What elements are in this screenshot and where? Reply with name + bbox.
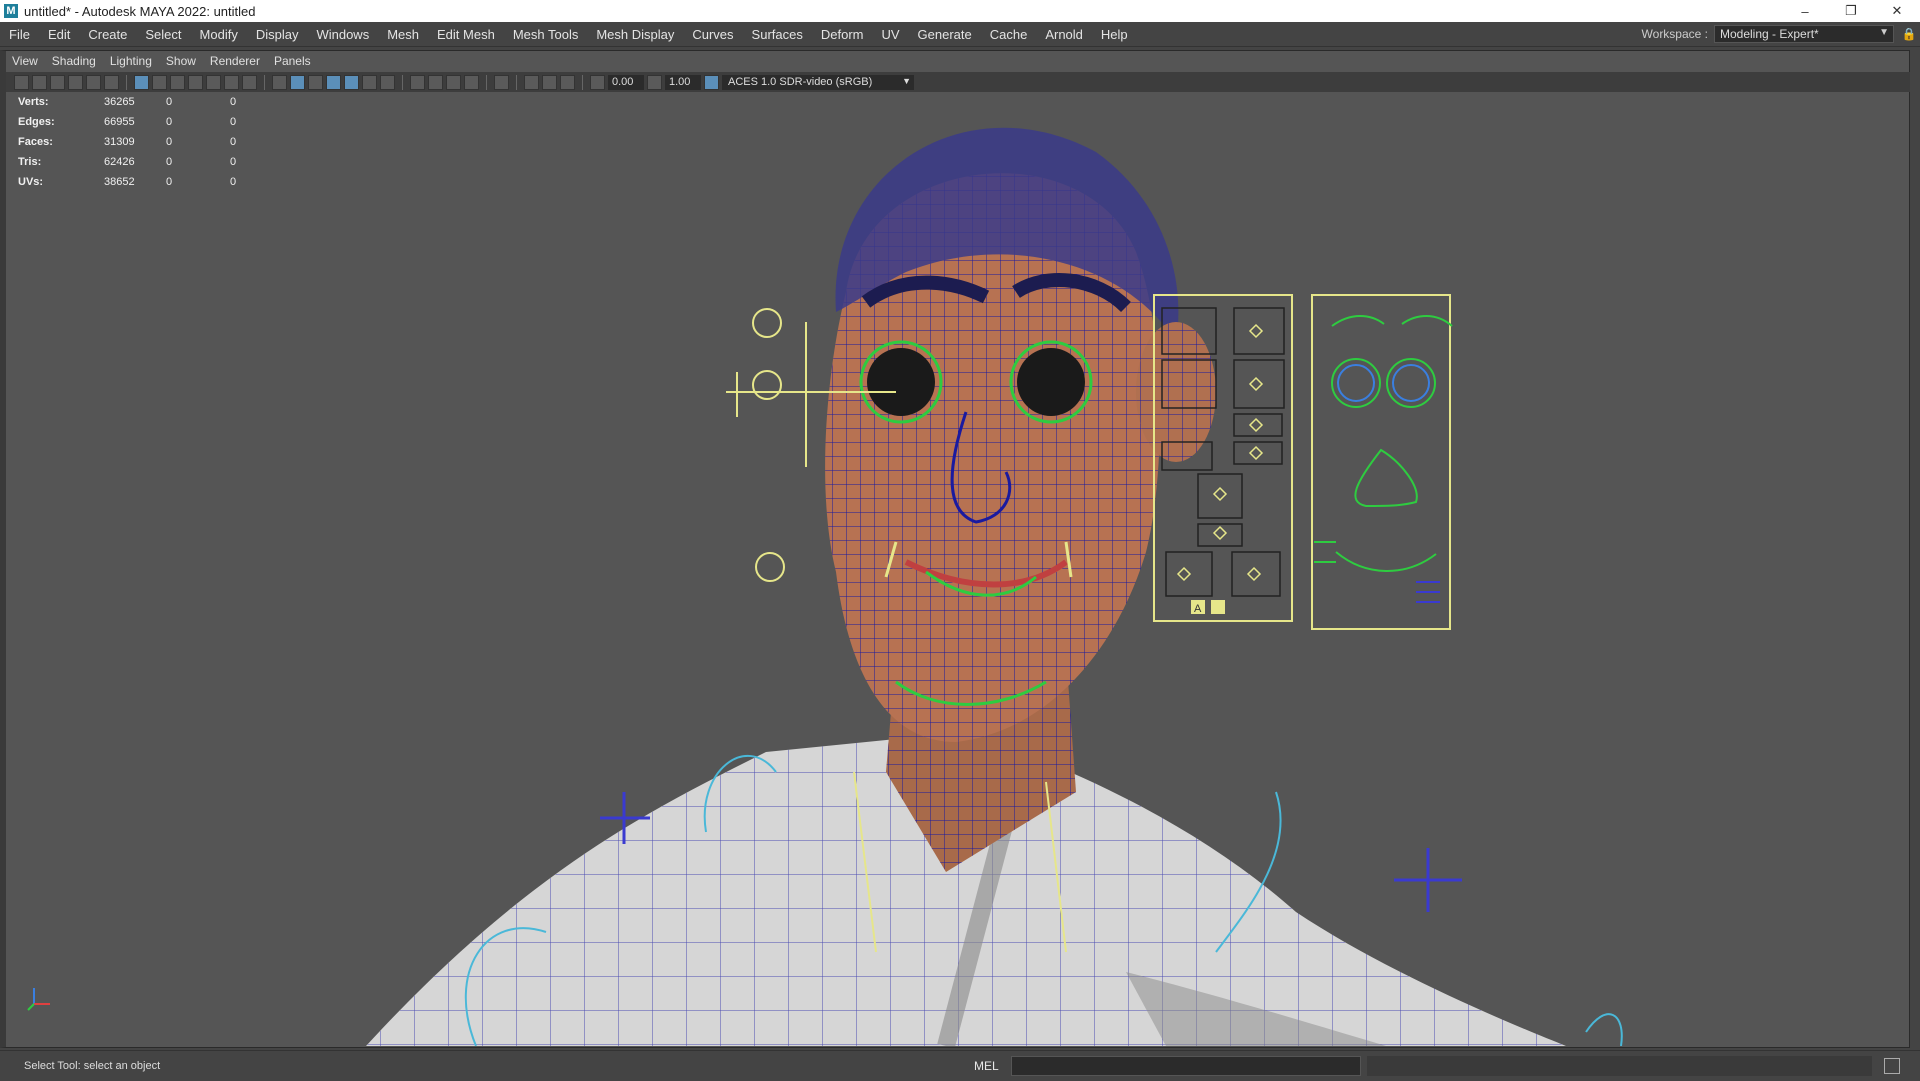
image-plane-icon[interactable]	[68, 74, 83, 90]
xray-joints-icon[interactable]	[560, 74, 575, 90]
2d-pan-zoom-icon[interactable]	[86, 74, 101, 90]
menu-deform[interactable]: Deform	[812, 27, 873, 42]
grid-toggle-icon[interactable]	[134, 74, 149, 90]
panel-menu-renderer[interactable]: Renderer	[204, 54, 268, 68]
menu-file[interactable]: File	[0, 27, 39, 42]
script-editor-icon[interactable]	[1883, 1058, 1900, 1074]
workspace-value: Modeling - Expert*	[1720, 27, 1819, 41]
use-all-lights-icon[interactable]	[362, 74, 377, 90]
motion-blur-icon[interactable]	[428, 74, 443, 90]
head-mesh[interactable]	[825, 127, 1216, 742]
chevron-down-icon: ▼	[902, 75, 911, 86]
textured-icon[interactable]	[344, 74, 359, 90]
command-line-input[interactable]	[1010, 1056, 1361, 1076]
anti-aliasing-icon[interactable]	[446, 74, 461, 90]
field-chart-icon[interactable]	[206, 74, 221, 90]
resolution-gate-icon[interactable]	[170, 74, 185, 90]
bookmark-icon[interactable]	[50, 74, 65, 90]
menu-windows[interactable]: Windows	[307, 27, 378, 42]
menu-curves[interactable]: Curves	[683, 27, 742, 42]
picker-toggle-icon[interactable]	[1211, 600, 1225, 614]
menu-edit-mesh[interactable]: Edit Mesh	[428, 27, 504, 42]
panel-menubar: View Shading Lighting Show Renderer Pane…	[6, 50, 319, 72]
panel-menu-panels[interactable]: Panels	[268, 54, 319, 68]
toolbar-divider	[486, 74, 487, 90]
panel-menu-lighting[interactable]: Lighting	[104, 54, 160, 68]
toolbar-divider	[516, 74, 517, 90]
menu-arnold[interactable]: Arnold	[1036, 27, 1092, 42]
main-menubar: File Edit Create Select Modify Display W…	[0, 22, 1920, 47]
panel-menu-show[interactable]: Show	[160, 54, 204, 68]
wireframe-on-shaded-icon[interactable]	[326, 74, 341, 90]
grease-pencil-icon[interactable]	[104, 74, 119, 90]
workspace-dropdown[interactable]: Modeling - Expert* ▼	[1714, 25, 1894, 43]
menu-help[interactable]: Help	[1092, 27, 1137, 42]
color-management-icon[interactable]	[704, 74, 719, 90]
film-gate-icon[interactable]	[152, 74, 167, 90]
menu-uv[interactable]: UV	[872, 27, 908, 42]
minimize-button[interactable]: –	[1782, 0, 1828, 22]
gamma-icon[interactable]	[647, 74, 662, 90]
script-type-toggle[interactable]: MEL	[974, 1059, 999, 1073]
exposure-field[interactable]: 0.00	[608, 74, 644, 90]
workspace-selector: Workspace : Modeling - Expert* ▼ 🔒	[1642, 22, 1920, 46]
xray-active-components-icon[interactable]	[542, 74, 557, 90]
view-axis-gizmo	[27, 988, 50, 1011]
gamma-field[interactable]: 1.00	[665, 74, 701, 90]
safe-title-icon[interactable]	[242, 74, 257, 90]
menu-cache[interactable]: Cache	[981, 27, 1037, 42]
menu-generate[interactable]: Generate	[909, 27, 981, 42]
panel-toolbar: 0.00 1.00 ACES 1.0 SDR-video (sRGB) ▼	[6, 72, 1910, 92]
wireframe-icon[interactable]	[272, 74, 287, 90]
window-title: untitled* - Autodesk MAYA 2022: untitled	[24, 3, 256, 19]
menu-select[interactable]: Select	[136, 27, 190, 42]
menu-mesh-display[interactable]: Mesh Display	[587, 27, 683, 42]
window-titlebar: M untitled* - Autodesk MAYA 2022: untitl…	[0, 0, 1920, 22]
maximize-button[interactable]: ❐	[1828, 0, 1874, 22]
menu-surfaces[interactable]: Surfaces	[743, 27, 812, 42]
view-transform-value: ACES 1.0 SDR-video (sRGB)	[728, 76, 873, 88]
chevron-down-icon: ▼	[1879, 27, 1889, 38]
status-message: Select Tool: select an object	[24, 1060, 161, 1072]
shadows-icon[interactable]	[380, 74, 395, 90]
default-lighting-icon[interactable]	[308, 74, 323, 90]
maya-app-icon: M	[4, 4, 18, 18]
status-bar: Select Tool: select an object MEL	[0, 1050, 1920, 1081]
safe-action-icon[interactable]	[224, 74, 239, 90]
exposure-icon[interactable]	[590, 74, 605, 90]
camera-select-icon[interactable]	[14, 74, 29, 90]
command-result-field	[1366, 1056, 1872, 1076]
menu-create[interactable]: Create	[79, 27, 136, 42]
depth-of-field-icon[interactable]	[464, 74, 479, 90]
window-controls: – ❐ ✕	[1782, 0, 1920, 22]
picker-button-a[interactable]: A	[1194, 603, 1202, 615]
toolbar-divider	[264, 74, 265, 90]
character-scene[interactable]: A	[6, 92, 1910, 1046]
camera-attributes-icon[interactable]	[32, 74, 47, 90]
close-button[interactable]: ✕	[1874, 0, 1920, 22]
menu-modify[interactable]: Modify	[191, 27, 247, 42]
menu-mesh[interactable]: Mesh	[378, 27, 428, 42]
panel-menu-view[interactable]: View	[6, 54, 46, 68]
menu-mesh-tools[interactable]: Mesh Tools	[504, 27, 588, 42]
toolbar-divider	[126, 74, 127, 90]
smooth-shade-icon[interactable]	[290, 74, 305, 90]
toolbar-divider	[582, 74, 583, 90]
lock-icon[interactable]: 🔒	[1898, 27, 1920, 41]
ambient-occlusion-icon[interactable]	[410, 74, 425, 90]
workspace-label: Workspace :	[1641, 27, 1708, 41]
toolbar-divider	[402, 74, 403, 90]
menu-edit[interactable]: Edit	[39, 27, 79, 42]
xray-icon[interactable]	[524, 74, 539, 90]
view-transform-dropdown[interactable]: ACES 1.0 SDR-video (sRGB) ▼	[722, 74, 914, 90]
panel-menu-shading[interactable]: Shading	[46, 54, 104, 68]
menu-display[interactable]: Display	[247, 27, 308, 42]
isolate-select-icon[interactable]	[494, 74, 509, 90]
gate-mask-icon[interactable]	[188, 74, 203, 90]
